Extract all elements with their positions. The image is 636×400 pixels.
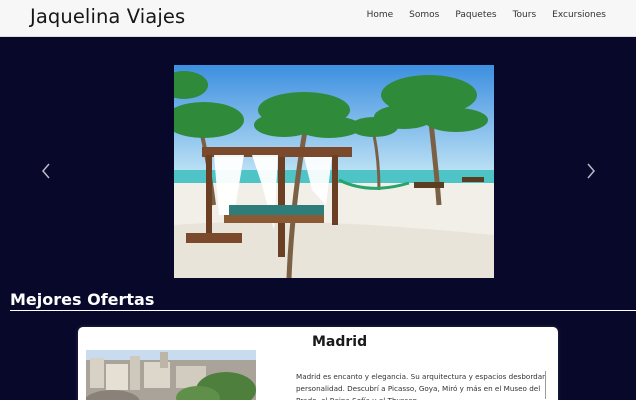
carousel-prev-button[interactable]	[38, 161, 54, 181]
nav-link-home[interactable]: Home	[367, 10, 394, 20]
offer-card-image	[86, 350, 256, 400]
hero-carousel	[0, 37, 636, 282]
offer-card-scrollbar[interactable]	[545, 371, 546, 399]
navbar: Jaquelina Viajes Home Somos Paquetes Tou…	[0, 0, 636, 37]
nav-link-excursiones[interactable]: Excursiones	[552, 10, 606, 20]
chevron-left-icon	[42, 163, 50, 179]
nav-link-somos[interactable]: Somos	[409, 10, 439, 20]
carousel-next-button[interactable]	[583, 161, 599, 181]
nav-link-paquetes[interactable]: Paquetes	[455, 10, 496, 20]
offer-card-title: Madrid	[312, 334, 368, 350]
carousel-slide-image	[174, 65, 494, 278]
brand-logo[interactable]: Jaquelina Viajes	[30, 5, 185, 28]
chevron-right-icon	[587, 163, 595, 179]
offer-card-madrid[interactable]: Madrid Madrid es encanto y elegancia. Su…	[78, 327, 558, 400]
offer-card-description: Madrid es encanto y elegancia. Su arquit…	[296, 372, 547, 400]
section-divider	[10, 310, 636, 311]
section-title-ofertas: Mejores Ofertas	[10, 290, 155, 309]
nav-link-tours[interactable]: Tours	[513, 10, 537, 20]
nav-menu: Home Somos Paquetes Tours Excursiones	[351, 10, 606, 20]
